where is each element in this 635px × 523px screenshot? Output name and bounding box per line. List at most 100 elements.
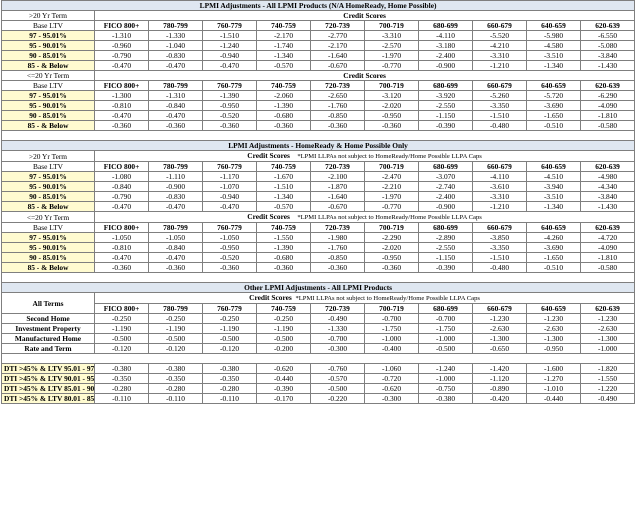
section-title: Other LPMI Adjustments - All LPMI Produc… — [0, 282, 635, 293]
ltv-adjustment-row: 85 - & Below -0.470 -0.470 -0.470 -0.570 -0.6… — [1, 60, 635, 71]
adjustment-value: -0.950 — [364, 252, 419, 263]
adjustment-value: -0.500 — [256, 333, 311, 344]
credit-score-column-header: 700-719 — [364, 80, 419, 91]
column-header-row: FICO 800+ 780-799 760-779 740-759 720-739 700… — [2, 303, 635, 314]
row-label: 95 - 90.01% — [1, 40, 95, 51]
adjustment-value: -3.610 — [472, 181, 527, 192]
lpmi-adjustments-sheet: LPMI Adjustments - All LPMI Products (N/… — [0, 0, 635, 523]
adjustment-value: -0.470 — [94, 110, 149, 121]
adjustment-value: -2.170 — [310, 40, 365, 51]
adjustment-value: -0.110 — [148, 393, 203, 404]
adjustment-value: -1.050 — [94, 232, 149, 243]
adjustment-value: -1.190 — [148, 323, 203, 334]
adjustment-value: -0.950 — [202, 242, 257, 253]
adjustment-value: -0.840 — [148, 100, 203, 111]
credit-score-column-header: 760-779 — [202, 161, 257, 172]
credit-score-column-header: 780-799 — [148, 161, 203, 172]
credit-score-column-header: 720-739 — [310, 80, 365, 91]
adjustment-value: -0.850 — [310, 110, 365, 121]
adjustment-value: -1.000 — [364, 333, 419, 344]
adjustment-value: -1.310 — [94, 30, 149, 41]
term-label: >20 Yr Term — [1, 10, 95, 21]
section1-title: LPMI Adjustments - All LPMI Products (N/… — [0, 0, 635, 11]
adjustment-value: -3.310 — [364, 30, 419, 41]
adjustment-value: -2.100 — [310, 171, 365, 182]
adjustment-value: -1.000 — [418, 373, 473, 384]
adjustment-value: -1.170 — [202, 171, 257, 182]
adjustment-value: -4.340 — [579, 181, 635, 192]
row-label: Investment Property — [1, 323, 95, 334]
base-ltv-label: Base LTV — [1, 80, 95, 91]
ltv-adjustment-row: Investment Property -1.190 -1.190 -1.190 -1.… — [1, 323, 635, 334]
adjustment-value: -3.840 — [579, 50, 635, 61]
credit-score-column-header: 660-679 — [472, 20, 527, 31]
row-label: 85 - & Below — [1, 201, 95, 212]
adjustment-value: -4.720 — [579, 232, 635, 243]
credit-scores-heading: Credit Scores *LPMI LLPAs not subject to… — [93, 211, 635, 223]
ltv-adjustment-row: 97 - 95.01% -1.310 -1.330 -1.510 -2.170 -2.77… — [1, 30, 635, 41]
ltv-adjustment-row: DTI >45% & LTV 95.01 - 97 -0.380 -0.380 -0.… — [1, 363, 635, 374]
adjustment-value: -1.650 — [526, 252, 581, 263]
adjustment-value: -1.300 — [579, 333, 635, 344]
adjustment-value: -1.640 — [310, 191, 365, 202]
adjustment-value: -1.240 — [418, 363, 473, 374]
credit-score-column-header: 700-719 — [364, 161, 419, 172]
adjustment-value: -1.150 — [418, 252, 473, 263]
credit-score-column-header: 700-719 — [364, 222, 419, 233]
adjustment-value: -0.500 — [202, 333, 257, 344]
adjustment-value: -0.940 — [202, 191, 257, 202]
adjustment-value: -1.040 — [148, 40, 203, 51]
adjustment-value: -1.820 — [579, 363, 635, 374]
adjustment-value: -3.840 — [579, 191, 635, 202]
adjustment-value: -1.220 — [579, 383, 635, 394]
ltv-adjustment-row: 85 - & Below -0.470 -0.470 -0.470 -0.570 -0.6… — [1, 201, 635, 212]
credit-score-column-header: 780-799 — [148, 80, 203, 91]
credit-scores-label: Credit Scores — [249, 293, 292, 303]
adjustment-value: -0.790 — [94, 50, 149, 61]
ltv-adjustment-row: DTI >45% & LTV 90.01 - 95 -0.350 -0.350 -0.… — [1, 373, 635, 384]
ltv-adjustment-row: Rate and Term -0.120 -0.120 -0.120 -0.200 -0.… — [1, 343, 635, 354]
adjustment-value: -1.760 — [310, 242, 365, 253]
adjustment-value: -0.670 — [310, 201, 365, 212]
credit-scores-heading: Credit Scores *LPMI LLPAs not subject to… — [93, 292, 635, 304]
adjustment-value: -0.360 — [148, 120, 203, 131]
adjustment-value: -0.470 — [148, 252, 203, 263]
credit-scores-label: Credit Scores — [343, 11, 386, 20]
adjustment-value: -1.420 — [472, 363, 527, 374]
term-label: <=20 Yr Term — [1, 70, 95, 81]
llpa-cap-note: *LPMI LLPAs not subject to HomeReady/Hom… — [295, 295, 480, 302]
adjustment-value: -0.110 — [94, 393, 149, 404]
adjustment-value: -0.360 — [310, 262, 365, 273]
credit-scores-row: <=20 Yr Term Credit Scores — [1, 70, 635, 81]
adjustment-value: -3.310 — [472, 191, 527, 202]
credit-score-column-header: 740-759 — [256, 20, 311, 31]
credit-score-column-header: 740-759 — [256, 161, 311, 172]
adjustment-value: -1.050 — [148, 232, 203, 243]
adjustment-value: -1.430 — [579, 201, 635, 212]
adjustment-value: -2.020 — [364, 100, 419, 111]
adjustment-value: -0.950 — [364, 110, 419, 121]
credit-score-column-header: 760-779 — [202, 222, 257, 233]
adjustment-value: -1.340 — [256, 50, 311, 61]
ltv-adjustment-row: 97 - 95.01% -1.050 -1.050 -1.050 -1.550 -1.98… — [1, 232, 635, 243]
adjustment-value: -1.110 — [148, 171, 203, 182]
adjustment-value: -0.440 — [256, 373, 311, 384]
credit-score-column-header: 700-719 — [364, 303, 419, 314]
adjustment-value: -0.470 — [94, 60, 149, 71]
adjustment-value: -1.190 — [202, 323, 257, 334]
credit-score-column-header: 620-639 — [579, 303, 635, 314]
adjustment-value: -4.260 — [526, 232, 581, 243]
credit-score-column-header: 640-659 — [526, 303, 581, 314]
adjustment-value: -0.700 — [364, 313, 419, 324]
adjustment-value: -0.500 — [148, 333, 203, 344]
adjustment-value: -0.380 — [418, 393, 473, 404]
credit-score-column-header: 760-779 — [202, 303, 257, 314]
base-ltv-label: Base LTV — [1, 222, 95, 233]
adjustment-value: -0.760 — [310, 363, 365, 374]
adjustment-value: -2.570 — [364, 40, 419, 51]
adjustment-value: -4.980 — [579, 171, 635, 182]
adjustment-value: -4.090 — [579, 242, 635, 253]
adjustment-value: -2.630 — [579, 323, 635, 334]
adjustment-value: -1.010 — [526, 383, 581, 394]
adjustment-value: -6.290 — [579, 90, 635, 101]
